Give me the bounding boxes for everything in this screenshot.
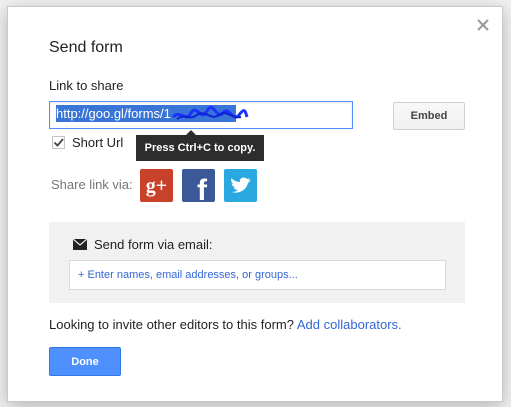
close-icon[interactable] <box>476 18 490 32</box>
tooltip-arrow <box>186 130 196 135</box>
dialog-title: Send form <box>49 39 123 56</box>
short-url-option[interactable]: Short Url <box>52 135 123 150</box>
add-collaborators-link[interactable]: Add collaborators. <box>297 317 402 332</box>
email-heading: Send form via email: <box>73 237 213 252</box>
share-link-label: Share link via: <box>51 177 133 192</box>
email-heading-text: Send form via email: <box>94 237 213 252</box>
short-url-label: Short Url <box>72 135 124 150</box>
envelope-icon <box>73 239 87 250</box>
svg-text:f: f <box>197 174 208 202</box>
send-form-dialog: Send form Link to share http://goo.gl/fo… <box>7 6 503 402</box>
redaction-scribble <box>171 105 249 120</box>
svg-text:g+: g+ <box>146 175 167 197</box>
facebook-icon[interactable]: f <box>182 169 215 202</box>
link-label: Link to share <box>49 78 124 93</box>
email-panel: Send form via email: + Enter names, emai… <box>49 222 465 303</box>
tooltip-text: Press Ctrl+C to copy. <box>144 142 256 154</box>
invite-question: Looking to invite other editors to this … <box>49 317 294 332</box>
share-url-text: http://goo.gl/forms/1 <box>56 105 171 122</box>
google-plus-icon[interactable]: g+ <box>140 169 173 202</box>
copy-tooltip: Press Ctrl+C to copy. <box>136 130 264 161</box>
embed-button[interactable]: Embed <box>393 102 465 130</box>
short-url-checkbox[interactable] <box>52 136 65 149</box>
invite-editors-text: Looking to invite other editors to this … <box>49 317 402 332</box>
email-recipients-input[interactable]: + Enter names, email addresses, or group… <box>69 260 446 290</box>
twitter-icon[interactable] <box>224 169 257 202</box>
done-button[interactable]: Done <box>49 347 121 376</box>
